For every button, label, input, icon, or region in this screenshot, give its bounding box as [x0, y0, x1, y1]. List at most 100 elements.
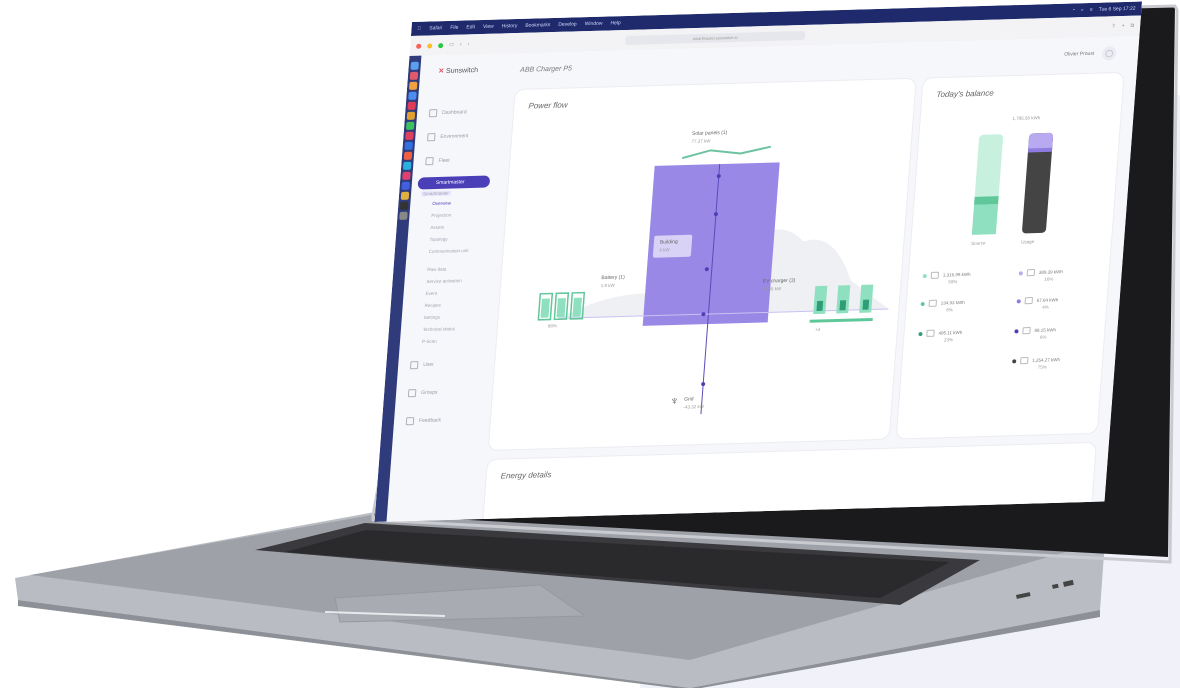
app-icon[interactable]	[407, 101, 416, 110]
balance-card: Today's balance 1,785.56 kWh Source Usag…	[895, 71, 1125, 440]
balance-total: 1,785.56 kWh	[1012, 115, 1041, 121]
sidebar-sub-technical-status[interactable]: Technical status	[423, 326, 455, 332]
battery-icon	[928, 299, 938, 307]
dashboard-icon	[428, 109, 438, 118]
sidebar-sub-event[interactable]: Event	[425, 291, 437, 296]
new-tab-icon[interactable]: +	[1121, 23, 1124, 29]
app-icon[interactable]	[406, 111, 416, 120]
sidebar-tooltip: Smartmaster	[420, 190, 452, 197]
sidebar-toggle-icon[interactable]: ▭	[449, 42, 454, 48]
app-icon[interactable]	[402, 171, 411, 180]
legend-pct: 6%	[1039, 334, 1047, 340]
sidebar-sub-pscan[interactable]: P-Scan	[422, 339, 437, 344]
menu-history[interactable]: History	[502, 23, 518, 29]
menubar-clock[interactable]: Tue 6 Sep 17:22	[1098, 6, 1135, 13]
usage-legend-ev: 67.64 kWh	[1016, 296, 1059, 305]
legend-dot	[1014, 328, 1019, 333]
minimize-window-button[interactable]	[427, 42, 433, 49]
app-window:  Safari File Edit View History Bookmark…	[374, 1, 1142, 523]
legend-dot	[1016, 298, 1021, 303]
app-icon[interactable]	[401, 181, 410, 190]
app-main: ✕ Sunswitch Dashboard Environment Fleet …	[374, 35, 1140, 523]
control-center-icon[interactable]: ≡	[1090, 7, 1093, 13]
battery-soc: 88%	[547, 323, 558, 329]
legend-value: 1,316.99 kWh	[942, 271, 971, 278]
legend-value: 134.93 kWh	[940, 299, 965, 306]
app-icon[interactable]	[403, 151, 413, 160]
tabs-overview-icon[interactable]: ⧉	[1130, 23, 1134, 29]
legend-pct: 59%	[948, 279, 958, 285]
sidebar-item-dashboard[interactable]: Dashboard	[428, 108, 467, 118]
back-icon[interactable]: ‹	[460, 42, 462, 48]
sidebar-item-user[interactable]: User	[409, 361, 434, 370]
legend-dot	[918, 331, 923, 336]
groups-icon	[407, 389, 417, 398]
zoom-window-button[interactable]	[438, 42, 444, 48]
app-icon[interactable]	[408, 81, 418, 90]
apple-menu[interactable]: 	[417, 26, 421, 32]
sidebar-sub-topology[interactable]: Topology	[429, 237, 447, 243]
page-title: ABB Charger P5	[519, 65, 573, 74]
avatar[interactable]: ◯	[1101, 46, 1117, 61]
fleet-icon	[425, 157, 434, 166]
source-legend-solar: 1,316.99 kWh	[922, 271, 971, 279]
sidebar-item-label: Feedback	[418, 417, 442, 424]
app-logo[interactable]: ✕ Sunswitch	[438, 66, 478, 75]
user-menu[interactable]: Olivier Proust ◯	[1064, 46, 1117, 61]
menu-bookmarks[interactable]: Bookmarks	[525, 22, 550, 29]
messages-icon[interactable]	[405, 121, 415, 130]
legend-value: 88.15 kWh	[1034, 327, 1057, 333]
search-icon[interactable]: ⌕	[1081, 7, 1084, 13]
share-icon[interactable]: ⇧	[1111, 23, 1116, 29]
menu-file[interactable]: File	[450, 25, 459, 31]
safari-icon[interactable]	[408, 91, 417, 100]
app-icon[interactable]	[400, 191, 410, 200]
sidebar-sub-service-activation[interactable]: Service activation	[426, 278, 462, 284]
sidebar-sub-assets[interactable]: Assets	[430, 225, 444, 230]
menu-view[interactable]: View	[483, 24, 494, 30]
terminal-icon[interactable]	[399, 201, 409, 210]
trash-icon[interactable]	[399, 211, 408, 220]
menu-window[interactable]: Window	[584, 21, 602, 27]
sidebar-sub-projection[interactable]: Projection	[431, 212, 451, 218]
app-icon[interactable]	[404, 141, 413, 150]
user-icon	[409, 361, 419, 370]
finder-icon[interactable]	[410, 61, 419, 70]
sidebar-sub-overview[interactable]: Overview	[432, 201, 451, 207]
source-legend-battery: 134.93 kWh	[920, 299, 966, 307]
battery-label: Battery (1)	[601, 274, 625, 282]
app-icon[interactable]	[405, 131, 414, 140]
sidebar-item-fleet[interactable]: Fleet	[425, 157, 450, 166]
solar-value: 77.37 kW	[691, 138, 711, 144]
address-bar[interactable]: smartmaster.sunswitch.io	[624, 30, 806, 45]
environment-icon	[427, 133, 436, 142]
menu-develop[interactable]: Develop	[558, 21, 577, 28]
flow-dot	[701, 382, 706, 387]
source-bar-battery	[974, 196, 999, 205]
sidebar-sub-raw-data[interactable]: Raw data	[427, 267, 446, 273]
sidebar-item-groups[interactable]: Groups	[407, 389, 438, 398]
app-icon[interactable]	[409, 71, 419, 80]
sidebar-item-label: Groups	[420, 389, 438, 396]
balance-bars	[971, 132, 1054, 235]
ev-more[interactable]: +3	[815, 327, 821, 332]
sidebar-item-smartmaster[interactable]: Smartmaster	[417, 175, 491, 190]
menu-safari[interactable]: Safari	[429, 25, 443, 31]
app-icon[interactable]	[402, 161, 412, 170]
menu-edit[interactable]: Edit	[466, 24, 475, 30]
grid-export-icon	[1020, 356, 1029, 365]
wifi-icon[interactable]: ◔	[1072, 7, 1075, 13]
grid-value: -43.32 kW	[683, 403, 705, 410]
sidebar-sub-communication[interactable]: Communication unit	[429, 248, 479, 254]
sidebar-item-environment[interactable]: Environment	[427, 132, 469, 142]
logo-mark-icon: ✕	[437, 67, 445, 76]
menu-help[interactable]: Help	[610, 20, 621, 26]
solar-icon	[930, 271, 940, 279]
forward-icon[interactable]: ›	[467, 41, 469, 47]
battery-value: 1.8 kW	[600, 282, 615, 289]
sidebar-sub-recipes[interactable]: Recipes	[424, 303, 441, 308]
sidebar-item-feedback[interactable]: Feedback	[405, 416, 442, 426]
close-window-button[interactable]	[416, 43, 422, 49]
legend-dot	[922, 273, 928, 278]
sidebar-sub-settings[interactable]: Settings	[424, 315, 441, 320]
